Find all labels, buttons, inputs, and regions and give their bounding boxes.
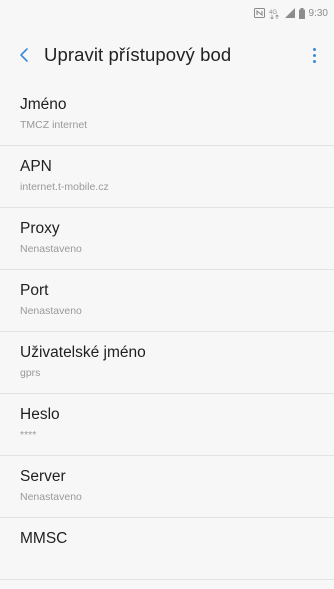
nfc-icon: [253, 8, 265, 18]
field-name[interactable]: Jméno TMCZ internet: [0, 84, 334, 146]
more-dot-icon: [312, 59, 316, 63]
status-bar: 4G 9:30: [0, 0, 334, 26]
field-username[interactable]: Uživatelské jméno gprs: [0, 332, 334, 394]
signal-icon: [284, 8, 295, 18]
back-button[interactable]: [12, 43, 36, 67]
field-value: TMCZ internet: [20, 119, 88, 131]
field-mmsc[interactable]: MMSC: [0, 518, 334, 580]
field-label: APN: [20, 158, 52, 175]
page-title: Upravit přístupový bod: [44, 44, 232, 65]
field-value: Nenastaveno: [20, 243, 82, 255]
more-options-button[interactable]: [304, 41, 324, 69]
svg-text:4G: 4G: [269, 10, 277, 16]
field-value: gprs: [20, 367, 41, 379]
field-label: Jméno: [20, 96, 67, 113]
field-label: MMSC: [20, 530, 68, 547]
chevron-left-icon: [20, 48, 28, 62]
field-server[interactable]: Server Nenastaveno: [0, 456, 334, 518]
status-time: 9:30: [308, 7, 328, 19]
field-label: Heslo: [20, 406, 60, 423]
field-value: ****: [20, 429, 37, 441]
field-proxy[interactable]: Proxy Nenastaveno: [0, 208, 334, 270]
field-label: Port: [20, 282, 49, 299]
field-value: Nenastaveno: [20, 305, 82, 317]
app-bar: Upravit přístupový bod: [0, 26, 334, 84]
field-value: internet.t-mobile.cz: [20, 181, 109, 193]
battery-icon: [298, 7, 305, 19]
field-apn[interactable]: APN internet.t-mobile.cz: [0, 146, 334, 208]
field-label: Uživatelské jméno: [20, 344, 146, 361]
field-label: Server: [20, 468, 66, 485]
field-label: Proxy: [20, 220, 60, 237]
field-port[interactable]: Port Nenastaveno: [0, 270, 334, 332]
more-dot-icon: [312, 47, 316, 51]
apn-settings-list: Jméno TMCZ internet APN internet.t-mobil…: [0, 84, 334, 580]
field-password[interactable]: Heslo ****: [0, 394, 334, 456]
more-dot-icon: [312, 53, 316, 57]
field-value: Nenastaveno: [20, 491, 82, 503]
lte-icon: 4G: [269, 8, 281, 19]
